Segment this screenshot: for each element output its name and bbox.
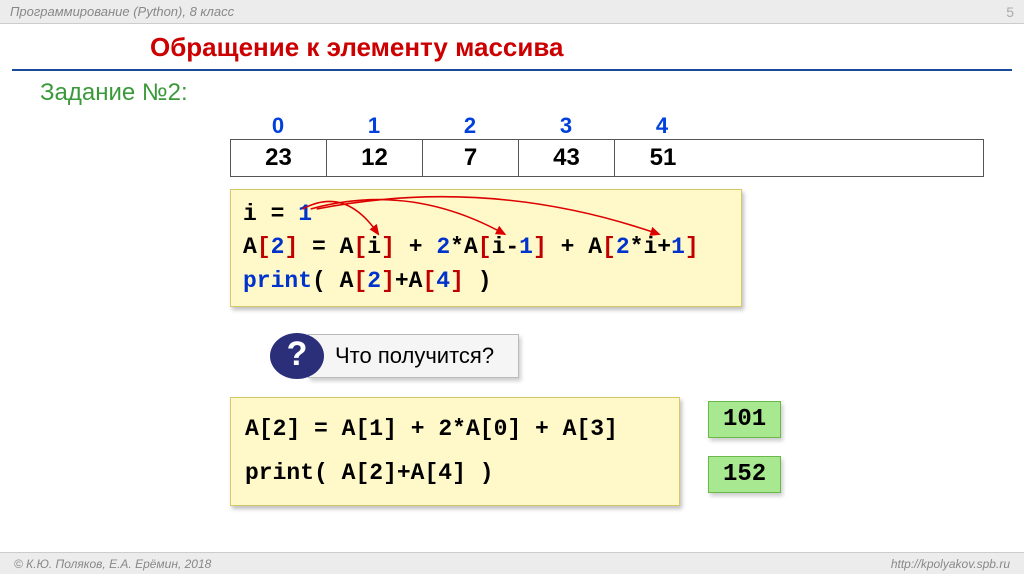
cell-1: 12 bbox=[327, 140, 423, 176]
code2-line1: A[2] = A[1] + 2*A[0] + A[3] bbox=[245, 408, 665, 452]
idx-0: 0 bbox=[230, 113, 326, 139]
copyright: © К.Ю. Поляков, Е.А. Ерёмин, 2018 bbox=[14, 557, 211, 571]
code-block-1: i = 1 A[2] = A[i] + 2*A[i-1] + A[2*i+1] … bbox=[230, 189, 742, 307]
idx-4: 4 bbox=[614, 113, 710, 139]
footer-url: http://kpolyakov.spb.ru bbox=[891, 557, 1010, 571]
idx-2: 2 bbox=[422, 113, 518, 139]
code2-line2: print( A[2]+A[4] ) bbox=[245, 452, 665, 496]
code1-line3: print( A[2]+A[4] ) bbox=[243, 265, 729, 298]
page-number: 5 bbox=[1006, 4, 1014, 20]
result-row: A[2] = A[1] + 2*A[0] + A[3] print( A[2]+… bbox=[230, 397, 984, 506]
answers: 101 152 bbox=[708, 401, 781, 493]
question-row: ? Что получится? bbox=[270, 333, 984, 379]
question-mark-icon: ? bbox=[270, 333, 324, 379]
array-cells: 23 12 7 43 51 bbox=[230, 139, 984, 177]
code-block-2: A[2] = A[1] + 2*A[0] + A[3] print( A[2]+… bbox=[230, 397, 680, 506]
array-display: 0 1 2 3 4 23 12 7 43 51 bbox=[230, 113, 984, 177]
cell-3: 43 bbox=[519, 140, 615, 176]
answer-1: 101 bbox=[708, 401, 781, 438]
task-label: Задание №2: bbox=[40, 79, 984, 107]
idx-1: 1 bbox=[326, 113, 422, 139]
footer-bar: © К.Ю. Поляков, Е.А. Ерёмин, 2018 http:/… bbox=[0, 552, 1024, 574]
cell-4: 51 bbox=[615, 140, 711, 176]
cell-0: 23 bbox=[231, 140, 327, 176]
idx-3: 3 bbox=[518, 113, 614, 139]
code1-line1: i = 1 bbox=[243, 198, 729, 231]
header-bar: Программирование (Python), 8 класс 5 bbox=[0, 0, 1024, 24]
course-title: Программирование (Python), 8 класс bbox=[10, 4, 234, 19]
cell-2: 7 bbox=[423, 140, 519, 176]
array-indices: 0 1 2 3 4 bbox=[230, 113, 984, 139]
answer-2: 152 bbox=[708, 456, 781, 493]
content: Задание №2: 0 1 2 3 4 23 12 7 43 51 bbox=[0, 79, 1024, 506]
question-text: Что получится? bbox=[308, 334, 519, 378]
code1-line2: A[2] = A[i] + 2*A[i-1] + A[2*i+1] bbox=[243, 231, 729, 264]
slide-title: Обращение к элементу массива bbox=[0, 24, 1024, 69]
title-underline bbox=[12, 69, 1012, 71]
